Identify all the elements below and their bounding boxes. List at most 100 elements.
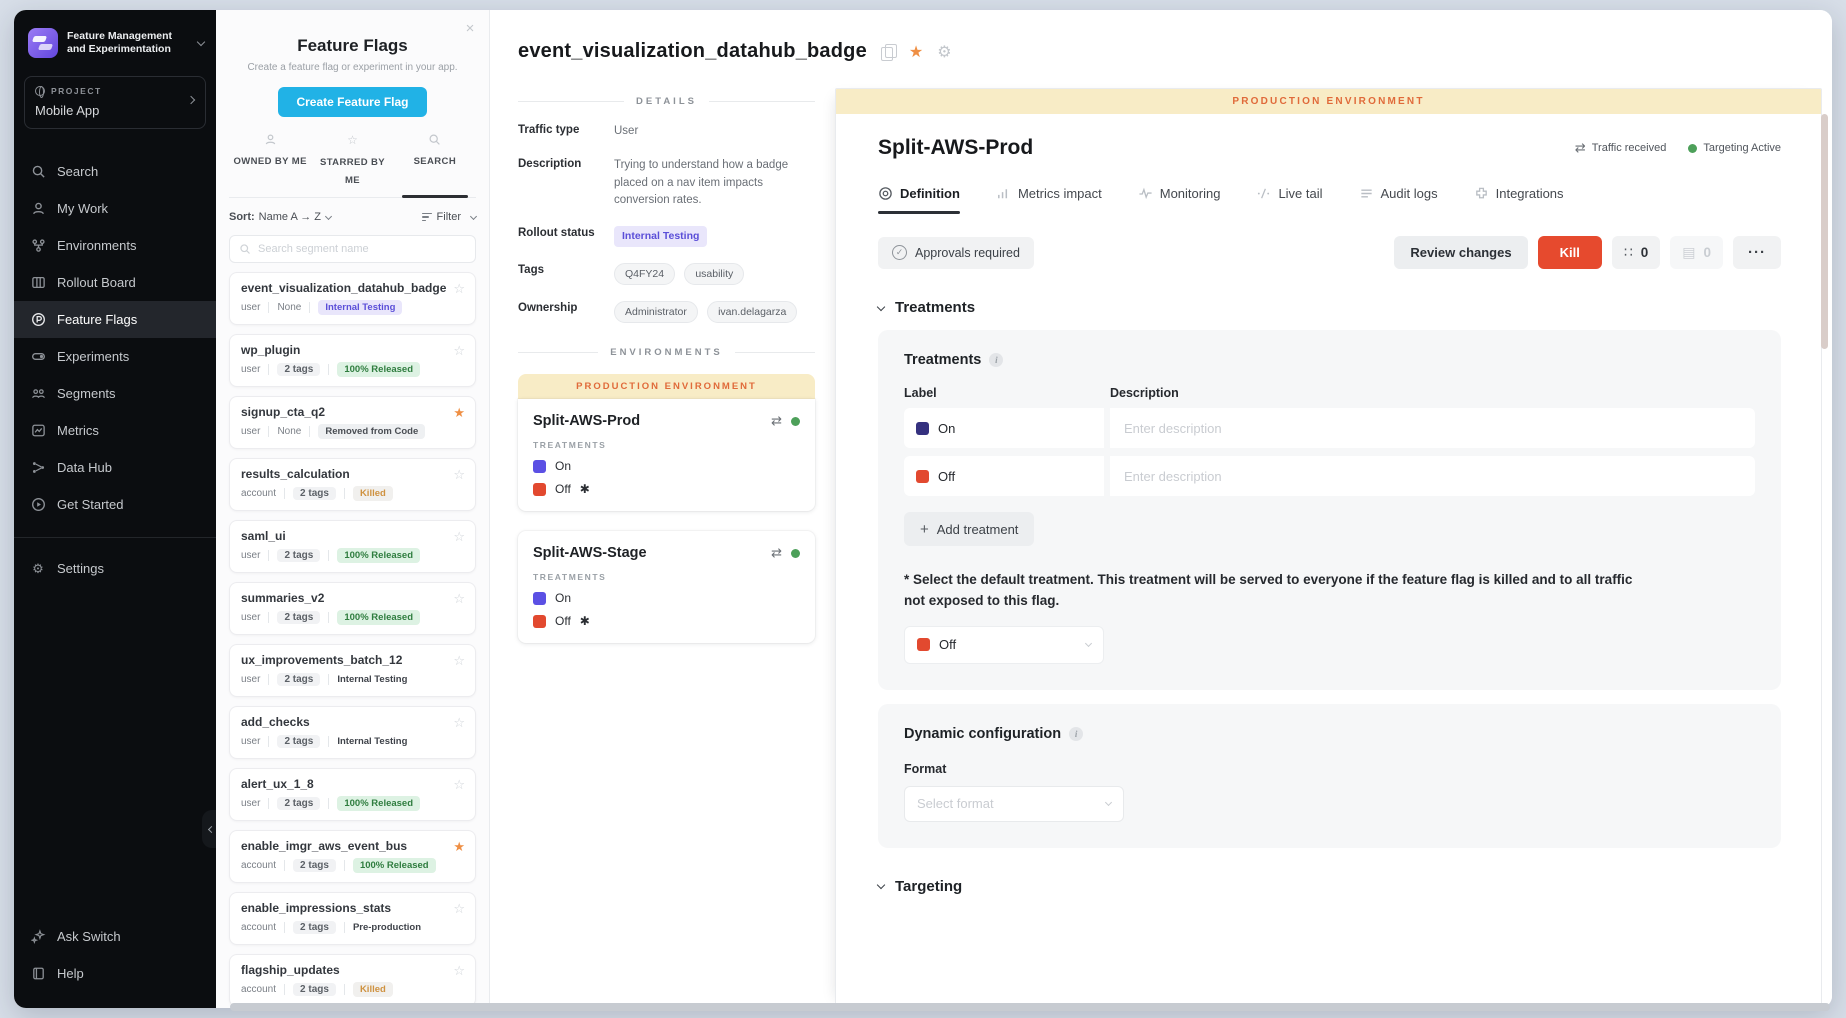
app-logo[interactable]: Feature Managementand Experimentation (14, 10, 216, 72)
sidebar-collapse-handle[interactable] (202, 810, 217, 848)
tags-field: Tags Q4FY24 usability (518, 263, 815, 285)
sidebar-item-feature-flags[interactable]: Feature Flags (14, 301, 216, 338)
bar-chart-icon (996, 186, 1011, 201)
flag-list-item[interactable]: alert_ux_1_8 user 2 tags 100% Released (229, 768, 476, 821)
alerts-count-button[interactable]: 0 (1670, 236, 1723, 269)
sidebar-item-rollout-board[interactable]: Rollout Board (14, 264, 216, 301)
flag-list-item[interactable]: flagship_updates account 2 tags Killed (229, 954, 476, 1007)
flag-list-item[interactable]: saml_ui user 2 tags 100% Released (229, 520, 476, 573)
status-badge: Internal Testing (318, 300, 402, 315)
tab-owned-by-me[interactable]: OWNED BY ME (229, 133, 311, 197)
sidebar-item-metrics[interactable]: Metrics (14, 412, 216, 449)
more-actions-button[interactable] (1733, 236, 1781, 269)
star-toggle-icon[interactable] (453, 653, 465, 669)
tab-integrations[interactable]: Integrations (1474, 186, 1564, 214)
treatment-form-row: On (904, 408, 1755, 448)
kill-button[interactable]: Kill (1538, 236, 1602, 269)
feature-flags-panel: Feature Flags Create a feature flag or e… (216, 10, 490, 1008)
treatments-card: Treatments Label Description On (878, 330, 1781, 690)
star-toggle-icon[interactable] (453, 281, 465, 297)
star-toggle-icon[interactable] (453, 777, 465, 793)
star-toggle-icon[interactable] (453, 529, 465, 545)
chevron-down-icon (877, 881, 885, 889)
flag-list-item[interactable]: results_calculation account 2 tags Kille… (229, 458, 476, 511)
flag-list-item[interactable]: enable_impressions_stats account 2 tags … (229, 892, 476, 945)
status-badge: Killed (353, 982, 393, 997)
star-toggle-icon[interactable] (453, 467, 465, 483)
status-badge: Killed (353, 486, 393, 501)
star-toggle-icon[interactable] (453, 591, 465, 607)
format-label: Format (904, 762, 1755, 776)
tab-metrics-impact[interactable]: Metrics impact (996, 186, 1102, 214)
horizontal-scrollbar[interactable] (230, 1003, 1830, 1011)
sidebar-item-help[interactable]: Help (14, 955, 216, 992)
info-icon[interactable] (1069, 727, 1083, 741)
star-toggle-icon[interactable] (453, 901, 465, 917)
copy-icon[interactable] (881, 44, 895, 60)
treatment-label-input[interactable]: On (904, 408, 1104, 448)
status-badge: 100% Released (337, 362, 420, 377)
flag-list-item[interactable]: ux_improvements_batch_12 user 2 tags Int… (229, 644, 476, 697)
gear-icon[interactable] (937, 42, 951, 62)
review-changes-button[interactable]: Review changes (1394, 236, 1527, 269)
tab-definition[interactable]: Definition (878, 186, 960, 214)
default-treatment-icon (580, 614, 590, 628)
app-window: Feature Managementand Experimentation PR… (14, 10, 1832, 1008)
status-badge: 100% Released (337, 610, 420, 625)
treatments-caps-label: TREATMENTS (533, 440, 800, 450)
flag-detail-area: event_visualization_datahub_badge DETAIL… (490, 10, 1832, 1008)
tab-audit-logs[interactable]: Audit logs (1359, 186, 1438, 214)
default-treatment-select[interactable]: Off (904, 626, 1104, 664)
project-switcher[interactable]: PROJECT Mobile App (24, 76, 206, 129)
treatment-swatch (533, 483, 546, 496)
star-toggle-icon[interactable] (453, 839, 465, 855)
sidebar-item-segments[interactable]: Segments (14, 375, 216, 412)
puzzle-icon (1474, 186, 1489, 201)
sidebar-item-my-work[interactable]: My Work (14, 190, 216, 227)
star-toggle-icon[interactable] (453, 405, 465, 421)
tab-monitoring[interactable]: Monitoring (1138, 186, 1221, 214)
flag-list-item[interactable]: signup_cta_q2 user None Removed from Cod… (229, 396, 476, 449)
treatment-label-input[interactable]: Off (904, 456, 1104, 496)
treatments-caps-label: TREATMENTS (533, 572, 800, 582)
split-logo-icon (28, 28, 58, 58)
star-toggle-icon[interactable] (453, 715, 465, 731)
close-icon[interactable] (461, 20, 479, 38)
flag-list-item[interactable]: enable_imgr_aws_event_bus account 2 tags… (229, 830, 476, 883)
tab-live-tail[interactable]: Live tail (1256, 186, 1322, 214)
rules-count-button[interactable]: 0 (1612, 236, 1660, 269)
star-filled-icon[interactable] (909, 42, 923, 62)
treatments-section-header[interactable]: Treatments (878, 299, 1781, 316)
create-feature-flag-button[interactable]: Create Feature Flag (278, 87, 426, 117)
treatment-description-input[interactable] (1110, 408, 1755, 448)
gear-icon: ⚙ (30, 561, 46, 577)
flag-list-item[interactable]: summaries_v2 user 2 tags 100% Released (229, 582, 476, 635)
environment-card-prod[interactable]: Split-AWS-Prod TREATMENTS On Off (518, 399, 815, 511)
tab-starred-by-me[interactable]: ☆ STARRED BY ME (311, 133, 393, 197)
sidebar-item-ask-switch[interactable]: Ask Switch (14, 918, 216, 955)
targeting-section-header[interactable]: Targeting (878, 878, 1781, 895)
flag-list-item[interactable]: event_visualization_datahub_badge user N… (229, 272, 476, 325)
sidebar-item-settings[interactable]: ⚙ Settings (14, 550, 216, 587)
treatment-description-input[interactable] (1110, 456, 1755, 496)
flag-list-item[interactable]: add_checks user 2 tags Internal Testing (229, 706, 476, 759)
format-select[interactable]: Select format (904, 786, 1124, 822)
production-environment-banner: PRODUCTION ENVIRONMENT (518, 374, 815, 399)
star-toggle-icon[interactable] (453, 343, 465, 359)
sort-value[interactable]: Name A → Z (259, 211, 321, 223)
info-icon[interactable] (989, 353, 1003, 367)
add-treatment-button[interactable]: Add treatment (904, 512, 1034, 546)
sidebar-item-search[interactable]: Search (14, 153, 216, 190)
search-input[interactable] (258, 243, 466, 255)
sidebar-item-data-hub[interactable]: Data Hub (14, 449, 216, 486)
filter-button[interactable]: Filter (422, 211, 476, 223)
default-treatment-note: * Select the default treatment. This tre… (904, 570, 1644, 612)
sidebar-item-environments[interactable]: Environments (14, 227, 216, 264)
environment-card-stage[interactable]: Split-AWS-Stage TREATMENTS On Off (518, 531, 815, 643)
star-toggle-icon[interactable] (453, 963, 465, 979)
tab-search[interactable]: SEARCH (394, 133, 476, 197)
vertical-scrollbar[interactable] (1821, 114, 1828, 349)
flag-list-item[interactable]: wp_plugin user 2 tags 100% Released (229, 334, 476, 387)
sidebar-item-experiments[interactable]: Experiments (14, 338, 216, 375)
sidebar-item-get-started[interactable]: Get Started (14, 486, 216, 523)
